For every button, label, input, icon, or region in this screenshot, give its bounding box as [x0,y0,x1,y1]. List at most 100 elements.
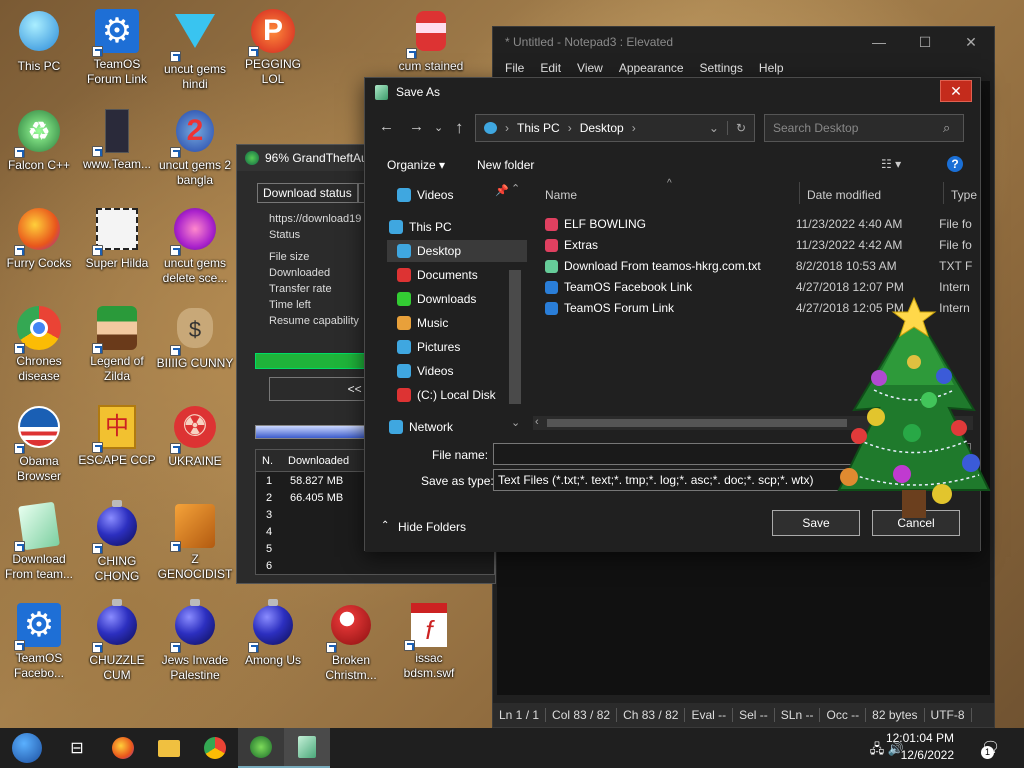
folder-icon [158,739,180,757]
desktop-icon[interactable]: Among Us [234,599,312,668]
hscroll-thumb[interactable] [547,419,847,427]
desktop-icon[interactable]: ⚙ TeamOS Facebo... [0,602,78,681]
network-icon[interactable]: 🖧 [870,741,885,756]
idm-info-key: Time left [269,299,311,311]
desktop-icon[interactable]: CHUZZLE CUM [78,599,156,683]
desktop-icon[interactable]: 中 ESCAPE CCP [78,404,156,468]
menu-view[interactable]: View [569,61,611,75]
desktop-icon[interactable]: Super Hilda [78,206,156,271]
taskbar: ⊟ 🖧 🔊 12:01:04 PM 12/6/2022 🗨 1 [0,728,1024,768]
file-row[interactable]: Extras 11/23/2022 4:42 AM File fo [545,235,975,255]
desktop-icon[interactable]: Legend of Zilda [78,305,156,384]
tree-item[interactable]: Pictures [387,336,527,358]
desktop-icon-label: Falcon C++ [7,158,71,172]
refresh-icon[interactable]: ↻ [726,121,754,135]
tree-scroll-down-icon[interactable]: ⌄ [511,416,520,429]
pc-icon [484,122,497,134]
col-date-modified[interactable]: Date modified [807,188,881,202]
close-button[interactable]: ✕ [940,80,972,102]
desktop-icon[interactable]: ☢ UKRAINE [156,404,234,469]
file-name: Download From teamos-hkrg.com.txt [564,259,761,273]
forward-arrow-icon[interactable]: → [409,118,424,135]
tab-download-status[interactable]: Download status [257,183,358,203]
task-view-button[interactable]: ⊟ [54,728,100,768]
desktop-icon[interactable]: Jews Invade Palestine [156,599,234,683]
minimize-button[interactable]: — [856,34,902,51]
desktop-icon[interactable]: uncut gems delete sce... [156,206,234,286]
desktop-icon[interactable]: 2 uncut gems 2 bangla [156,108,234,188]
chrome-taskbar-button[interactable] [192,728,238,768]
file-date: 11/23/2022 4:40 AM [795,217,903,231]
pixel-icon [92,208,140,256]
desktop-icon[interactable]: Obama Browser [0,404,78,484]
start-button[interactable] [0,728,54,768]
menu-help[interactable]: Help [751,61,792,75]
view-options-icon[interactable]: ☷ ▾ [881,157,901,171]
desktop-icon[interactable]: Furry Cocks [0,206,78,271]
command-bar: Organize ▾ New folder ☷ ▾ ? [365,154,980,178]
shortcut-arrow-icon [92,245,103,256]
desktop-icon[interactable]: f issac bdsm.swf [390,602,468,681]
desktop-icon-label: PEGGING LOL [244,57,301,86]
tree-item[interactable]: Desktop [387,240,527,262]
file-row[interactable]: ELF BOWLING 11/23/2022 4:40 AM File fo [545,214,975,234]
file-row[interactable]: Download From teamos-hkrg.com.txt 8/2/201… [545,256,975,276]
file-explorer-taskbar-button[interactable] [146,728,192,768]
desktop-icon[interactable]: This PC [0,8,78,74]
desktop-icon[interactable]: CHING CHONG [78,500,156,584]
scroll-left-icon[interactable]: ‹ [535,416,539,428]
shortcut-arrow-icon [14,245,25,256]
desktop-icon[interactable]: Broken Christm... [312,602,390,683]
recent-dropdown-icon[interactable]: ⌄ [434,121,443,134]
notepad-taskbar-button[interactable] [284,728,330,768]
desktop-icon[interactable]: Download From team... [0,501,78,582]
menu-appearance[interactable]: Appearance [611,61,692,75]
firefox-taskbar-button[interactable] [100,728,146,768]
desktop-icon[interactable]: uncut gems hindi [156,8,234,92]
organize-button[interactable]: Organize ▾ [387,158,445,172]
up-arrow-icon[interactable]: ↑ [455,118,464,138]
col-name[interactable]: Name [545,188,577,202]
address-bar[interactable]: › This PC › Desktop › ⌄ ↻ [475,114,755,142]
menu-settings[interactable]: Settings [692,61,751,75]
help-icon[interactable]: ? [947,156,963,172]
xmasball-icon [326,605,374,653]
maximize-button[interactable]: ☐ [902,34,948,51]
close-button[interactable]: ✕ [948,34,994,51]
new-folder-button[interactable]: New folder [477,158,534,172]
clock[interactable]: 12:01:04 PM 12/6/2022 [886,730,954,764]
file-date: 8/2/2018 10:53 AM [795,259,897,273]
desktop-icon[interactable]: Z GENOCIDIST [156,503,234,582]
tree-item[interactable]: Downloads [387,288,527,310]
connection-number: 5 [266,542,273,555]
chevron-down-icon[interactable]: ⌄ [709,121,719,135]
save-as-titlebar[interactable]: Save As [365,78,980,106]
tree-item[interactable]: Music [387,312,527,334]
desktop-icon[interactable]: $ BIIIIG CUNNY [156,305,234,371]
tree-item[interactable]: Documents [387,264,527,286]
hide-folders-button[interactable]: Hide Folders [398,520,466,534]
idm-taskbar-button[interactable] [238,728,284,768]
tree-scrollbar[interactable] [509,270,521,404]
desktop-icon[interactable]: ♻ Falcon C++ [0,108,78,173]
tree-item[interactable]: (C:) Local Disk [387,384,527,406]
menu-edit[interactable]: Edit [532,61,569,75]
pc-icon [16,11,62,57]
desktop-icon[interactable]: ⚙ TeamOS Forum Link [78,8,156,87]
search-input[interactable]: Search Desktop [764,114,964,142]
desktop-icon[interactable]: Chrones disease [0,305,78,384]
tree-scroll-up-icon[interactable]: ⌃ [511,182,520,195]
tree-item[interactable]: Videos [387,360,527,382]
desktop-icon[interactable]: www.Team... [78,108,156,172]
col-type[interactable]: Type [951,188,977,202]
gear-icon: ⚙ [14,603,62,651]
tree-item[interactable]: This PC [379,216,519,238]
desktop-icon-label: Legend of Zilda [90,354,144,383]
notepad-titlebar[interactable]: * Untitled - Notepad3 : Elevated — ☐ ✕ [493,27,994,57]
desktop-icon[interactable]: P PEGGING LOL [234,8,312,87]
breadcrumb-desktop[interactable]: Desktop [580,121,624,135]
breadcrumb-this-pc[interactable]: This PC [517,121,560,135]
back-arrow-icon[interactable]: ← [379,118,394,135]
desktop-icon[interactable]: cum stained [392,8,470,74]
menu-file[interactable]: File [497,61,532,75]
